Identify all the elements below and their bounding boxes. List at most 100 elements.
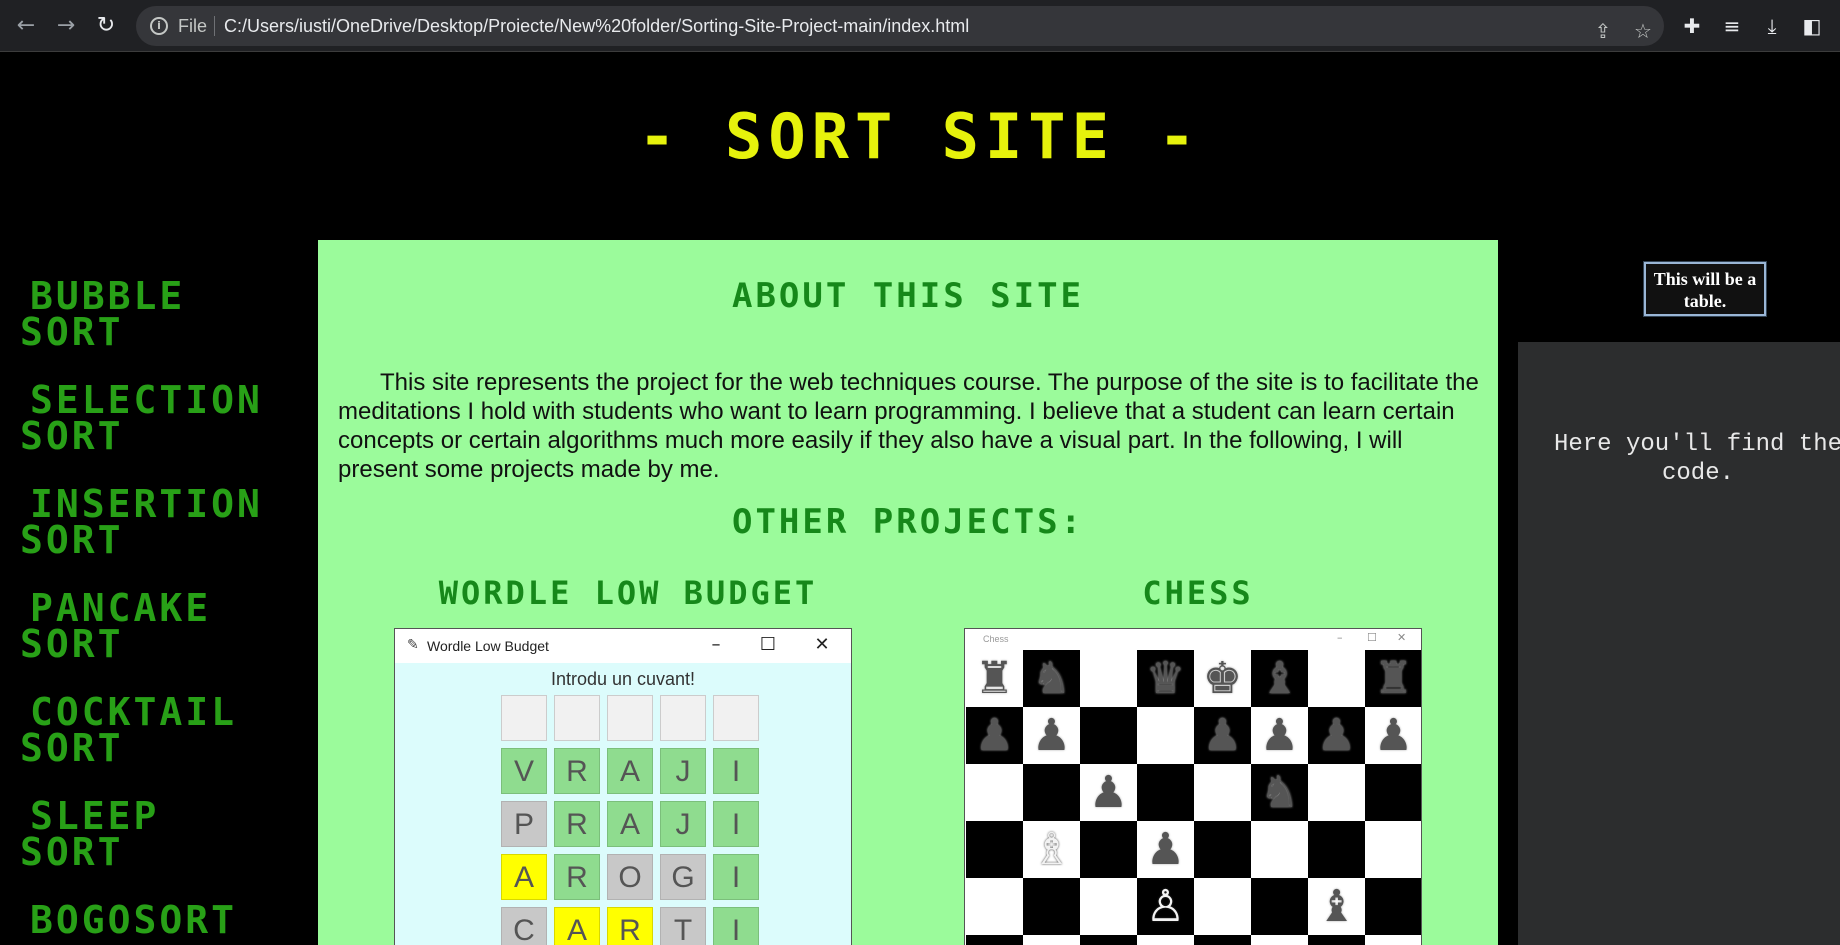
chess-window-title: Chess (983, 634, 1009, 644)
table-note: This will be a table. (1653, 269, 1757, 311)
wordle-cell (554, 695, 600, 741)
info-icon[interactable]: i (150, 17, 168, 35)
chess-piece-icon: ♝ (1259, 653, 1300, 704)
chess-piece-icon: ♗ (1031, 824, 1072, 875)
chess-piece-icon: ♙ (1145, 881, 1186, 932)
wordle-cell: G (660, 854, 706, 900)
address-bar[interactable]: i File C:/Users/iusti/OneDrive/Desktop/P… (136, 6, 1664, 46)
wordle-cell: I (713, 801, 759, 847)
wordle-cell: I (713, 854, 759, 900)
chess-piece-icon: ♞ (1259, 767, 1300, 818)
extensions-puzzle-icon[interactable]: ✚ (1678, 12, 1706, 40)
chess-project-title: CHESS (1142, 574, 1254, 612)
bookmark-star-icon[interactable]: ☆ (1630, 18, 1656, 44)
code-panel: Here you'll find the code. (1518, 342, 1840, 945)
chess-piece-icon: ♛ (1145, 653, 1186, 704)
chess-square (1308, 935, 1365, 945)
wordle-cell: J (660, 801, 706, 847)
chess-piece-icon: ♞ (1031, 653, 1072, 704)
chess-piece-icon: ♟ (1259, 710, 1300, 761)
minimize-icon: – (1337, 631, 1343, 644)
wordle-cell (607, 695, 653, 741)
chess-square (1365, 935, 1421, 945)
chess-piece-icon: ♚ (1202, 653, 1243, 704)
wordle-cell: R (554, 748, 600, 794)
chess-square (1308, 764, 1365, 821)
wordle-screenshot: ✎ Wordle Low Budget – ☐ ✕ Introdu un cuv… (394, 628, 852, 945)
chess-square (1023, 878, 1080, 935)
address-separator (214, 16, 215, 36)
chess-square (1194, 764, 1251, 821)
wordle-cell (713, 695, 759, 741)
sort-nav: BUBBLE SORT SELECTION SORT INSERTION SOR… (20, 277, 320, 945)
reload-icon[interactable]: ↻ (92, 12, 120, 40)
wordle-cell: A (554, 907, 600, 945)
table-placeholder: This will be a table. (1643, 261, 1767, 317)
chess-piece-icon: ♟ (1373, 710, 1414, 761)
forward-arrow-icon[interactable]: → (52, 12, 80, 40)
chess-square (966, 935, 1023, 945)
site-title: - SORT SITE - (638, 100, 1202, 173)
download-icon[interactable]: ⤓ (1758, 12, 1786, 40)
nav-label: BOGOSORT (30, 898, 238, 942)
main-content: ABOUT THIS SITE This site represents the… (318, 240, 1498, 945)
chess-square (1308, 650, 1365, 707)
maximize-icon: ☐ (1367, 631, 1377, 644)
nav-label: SORT (20, 622, 124, 666)
chess-piece-icon: ♟ (1145, 824, 1186, 875)
chess-square (1080, 878, 1137, 935)
nav-selection-sort[interactable]: SELECTION SORT (20, 378, 320, 455)
chess-square (1251, 821, 1308, 878)
nav-pancake-sort[interactable]: PANCAKE SORT (20, 586, 320, 666)
chess-square (1137, 935, 1194, 945)
wordle-cell (501, 695, 547, 741)
nav-bogosort[interactable]: BOGOSORT (20, 898, 320, 942)
wordle-cell (660, 695, 706, 741)
nav-sleep-sort[interactable]: SLEEP SORT (20, 797, 320, 871)
other-projects-title: OTHER PROJECTS: (731, 502, 1085, 542)
nav-label: PANCAKE (30, 586, 212, 630)
code-note: Here you'll find the code. (1553, 431, 1840, 487)
chess-square (1080, 935, 1137, 945)
chess-square (1080, 707, 1137, 764)
nav-label: INSERTION (30, 482, 263, 526)
nav-label: SORT (20, 518, 124, 562)
chess-square (1308, 821, 1365, 878)
wordle-cell: R (607, 907, 653, 945)
browser-toolbar: ← → ↻ i File C:/Users/iusti/OneDrive/Des… (0, 0, 1840, 52)
nav-insertion-sort[interactable]: INSERTION SORT (20, 482, 320, 562)
nav-cocktail-sort[interactable]: COCKTAIL SORT (20, 693, 320, 767)
chess-piece-icon: ♝ (1316, 881, 1357, 932)
url-scheme: File (178, 16, 208, 36)
wordle-cell: I (713, 748, 759, 794)
wordle-cell: I (713, 907, 759, 945)
chess-square (1137, 707, 1194, 764)
wordle-cell: C (501, 907, 547, 945)
chess-piece-icon: ♜ (974, 653, 1015, 704)
url-text[interactable]: C:/Users/iusti/OneDrive/Desktop/Proiecte… (224, 16, 969, 37)
back-arrow-icon[interactable]: ← (12, 12, 40, 40)
chess-square (966, 821, 1023, 878)
chess-square (1365, 821, 1421, 878)
chess-square (1080, 650, 1137, 707)
wordle-prompt: Introdu un cuvant! (550, 669, 696, 689)
wordle-cell: A (607, 801, 653, 847)
chess-square (1194, 821, 1251, 878)
wordle-cell: A (501, 854, 547, 900)
chess-piece-icon: ♟ (1316, 710, 1357, 761)
about-title: ABOUT THIS SITE (731, 276, 1085, 316)
chess-board: ♜ ♞ ♛ ♚ ♝ ♜ ♟ ♟ ♟ ♟ ♟ ♟ ♟ ♞ ♗ ♟ ♙ ♝ (966, 650, 1421, 945)
chess-square (1023, 935, 1080, 945)
nav-bubble-sort[interactable]: BUBBLE SORT (20, 277, 320, 351)
chess-piece-icon: ♟ (1202, 710, 1243, 761)
chess-square (1365, 878, 1421, 935)
chess-square (966, 764, 1023, 821)
maximize-icon: ☐ (759, 634, 777, 655)
chess-window-titlebar: Chess – ☐ ✕ (965, 629, 1421, 649)
share-icon[interactable]: ⇪ (1590, 18, 1616, 44)
nav-label: SELECTION (30, 378, 263, 422)
wordle-project-title: WORDLE LOW BUDGET (438, 574, 818, 612)
side-panel-icon[interactable]: ◧ (1798, 12, 1826, 40)
chess-square (1251, 878, 1308, 935)
media-queue-icon[interactable]: ≡ (1718, 12, 1746, 40)
